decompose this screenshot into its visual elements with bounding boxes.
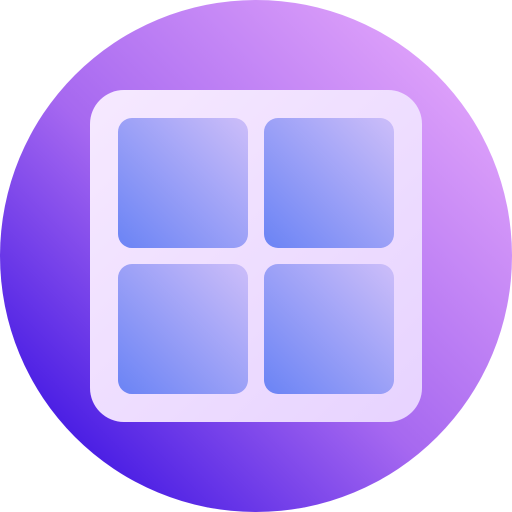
window-pane-top-right [264,118,394,248]
app-icon-canvas [0,0,512,512]
window-pane-bottom-right [264,264,394,394]
window-grid-icon [0,0,512,512]
window-pane-bottom-left [118,264,248,394]
window-pane-top-left [118,118,248,248]
